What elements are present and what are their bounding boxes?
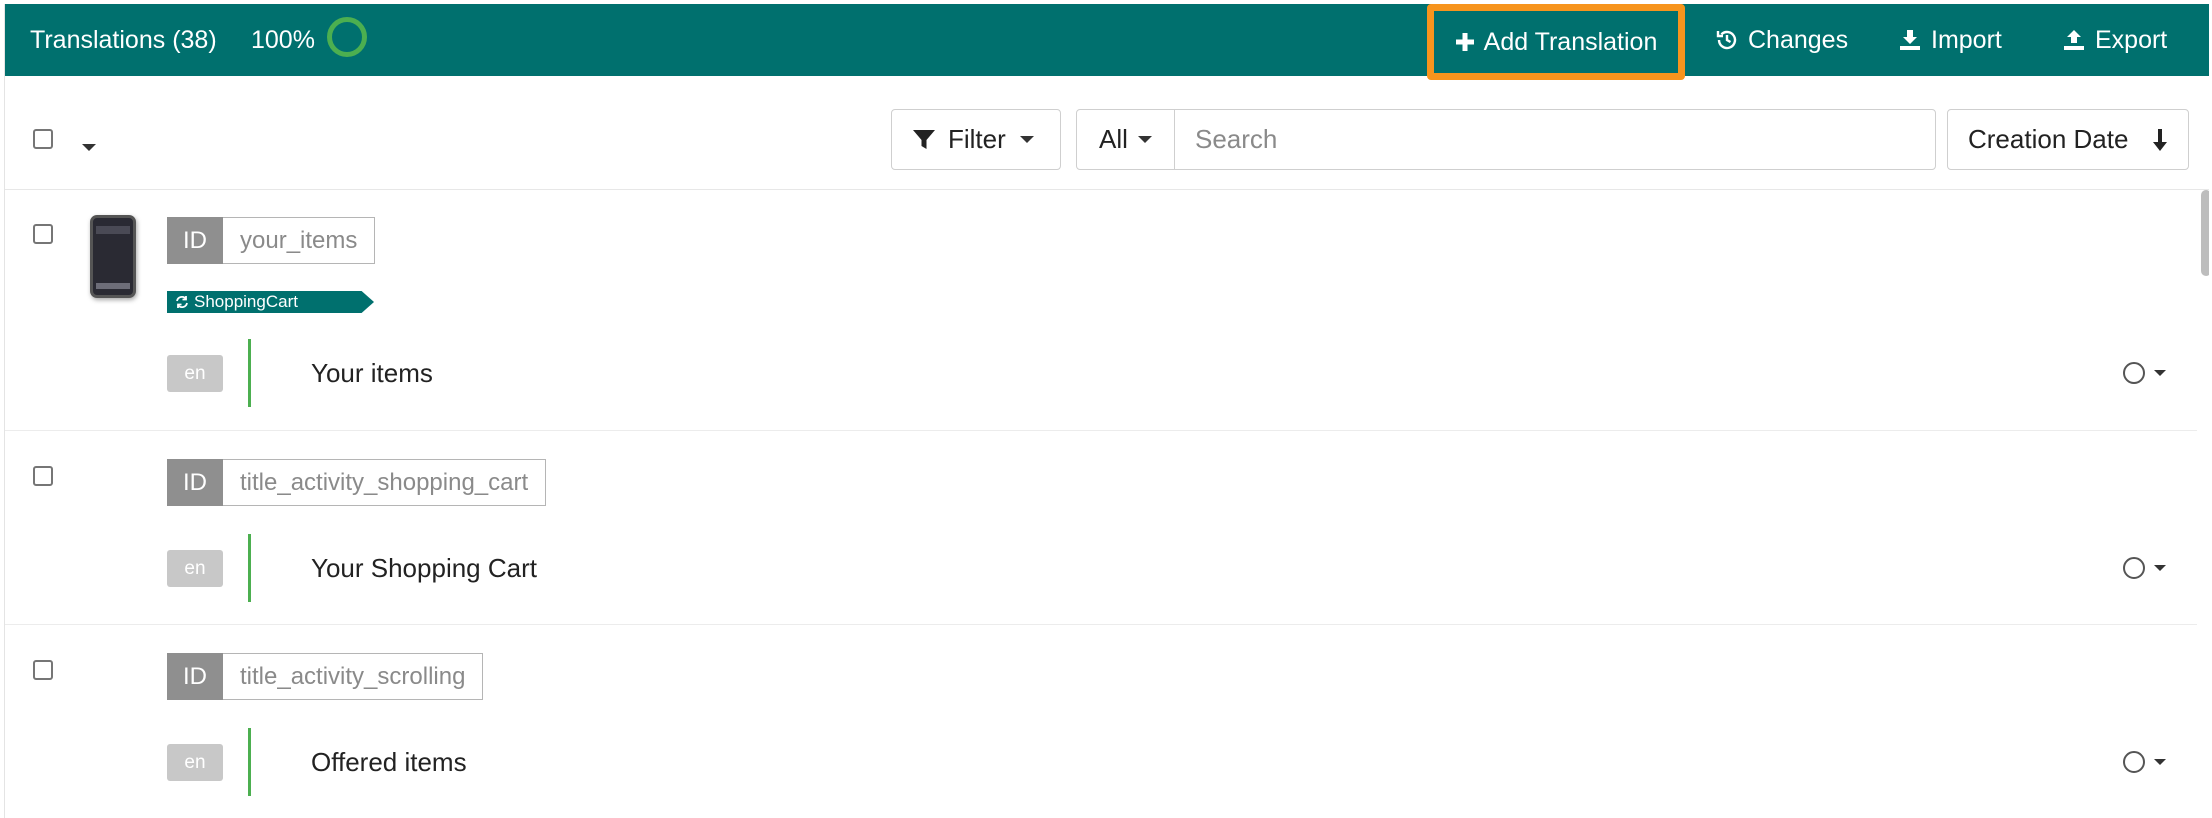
import-button[interactable]: Import (1898, 4, 2002, 76)
language-badge: en (167, 355, 223, 392)
list-toolbar: Filter All Creation Date (5, 76, 2209, 190)
sort-button[interactable]: Creation Date (1947, 109, 2189, 170)
key-name: title_activity_shopping_cart (223, 459, 547, 506)
row-checkbox[interactable] (33, 224, 53, 244)
state-circle-icon (2123, 751, 2145, 773)
arrow-down-icon (2153, 128, 2167, 151)
state-circle-icon (2123, 362, 2145, 384)
add-translation-label: Add Translation (1483, 27, 1658, 56)
funnel-icon (913, 129, 935, 149)
translation-state-dropdown[interactable] (2123, 749, 2173, 775)
vertical-scrollbar[interactable] (2201, 190, 2209, 818)
language-badge: en (167, 744, 223, 781)
chevron-down-icon (2154, 370, 2166, 376)
translations-count-title: Translations (38) (30, 26, 217, 54)
translation-text[interactable]: Your items (311, 358, 433, 389)
selection-menu-toggle[interactable] (78, 137, 100, 159)
key-field[interactable]: ID your_items (167, 217, 376, 264)
translation-state-dropdown[interactable] (2123, 555, 2173, 581)
chevron-down-icon (1019, 136, 1034, 143)
plus-icon (1455, 33, 1474, 51)
progress-ring-icon (327, 17, 367, 57)
history-icon (1716, 30, 1737, 50)
translations-header: Translations (38) 100% Add Translation C… (5, 4, 2209, 80)
filter-label: Filter (948, 124, 1006, 154)
filter-button[interactable]: Filter (891, 109, 1061, 170)
changes-label: Changes (1748, 25, 1849, 54)
translation-text[interactable]: Offered items (311, 747, 467, 778)
select-all-checkbox[interactable] (33, 129, 53, 149)
progress-percentage: 100% (251, 26, 315, 54)
key-name: title_activity_scrolling (223, 653, 484, 700)
status-bar (248, 728, 251, 796)
tag-shoppingcart[interactable]: ShoppingCart (167, 291, 374, 313)
key-name: your_items (223, 217, 376, 264)
export-label: Export (2095, 25, 2168, 54)
search-scope-label: All (1099, 124, 1128, 154)
translation-state-dropdown[interactable] (2123, 360, 2173, 386)
translation-row: ID title_activity_scrolling en Offered i… (5, 625, 2197, 818)
status-bar (248, 534, 251, 602)
screenshot-thumbnail[interactable] (90, 215, 136, 298)
chevron-down-icon (2154, 759, 2166, 765)
key-field[interactable]: ID title_activity_shopping_cart (167, 459, 547, 506)
sort-label: Creation Date (1968, 124, 2129, 154)
key-id-label: ID (167, 459, 223, 506)
key-id-label: ID (167, 653, 223, 700)
scrollbar-thumb[interactable] (2201, 190, 2209, 276)
row-checkbox[interactable] (33, 466, 53, 486)
translation-text[interactable]: Your Shopping Cart (311, 553, 537, 584)
add-translation-button[interactable]: Add Translation (1427, 4, 1685, 80)
search-input[interactable] (1175, 110, 1935, 169)
changes-button[interactable]: Changes (1715, 4, 1848, 76)
import-label: Import (1931, 25, 2002, 54)
row-checkbox[interactable] (33, 660, 53, 680)
translations-panel: Translations (38) 100% Add Translation C… (4, 4, 2209, 818)
language-badge: en (167, 550, 223, 587)
status-bar (248, 339, 251, 407)
export-icon (2064, 30, 2084, 50)
translation-row: ID title_activity_shopping_cart en Your … (5, 431, 2197, 625)
chevron-down-icon (2154, 565, 2166, 571)
search-group: All (1076, 109, 1936, 170)
key-field[interactable]: ID title_activity_scrolling (167, 653, 484, 700)
state-circle-icon (2123, 557, 2145, 579)
chevron-down-icon (82, 144, 96, 151)
export-button[interactable]: Export (2062, 4, 2167, 76)
chevron-down-icon (1137, 136, 1152, 143)
key-id-label: ID (167, 217, 223, 264)
translation-row: ID your_items ShoppingCart en Your items (5, 190, 2197, 431)
translation-list: ID your_items ShoppingCart en Your items (5, 190, 2209, 818)
refresh-icon (176, 296, 188, 308)
import-icon (1900, 30, 1920, 50)
tag-label: ShoppingCart (194, 292, 298, 311)
search-scope-dropdown[interactable]: All (1077, 110, 1175, 169)
